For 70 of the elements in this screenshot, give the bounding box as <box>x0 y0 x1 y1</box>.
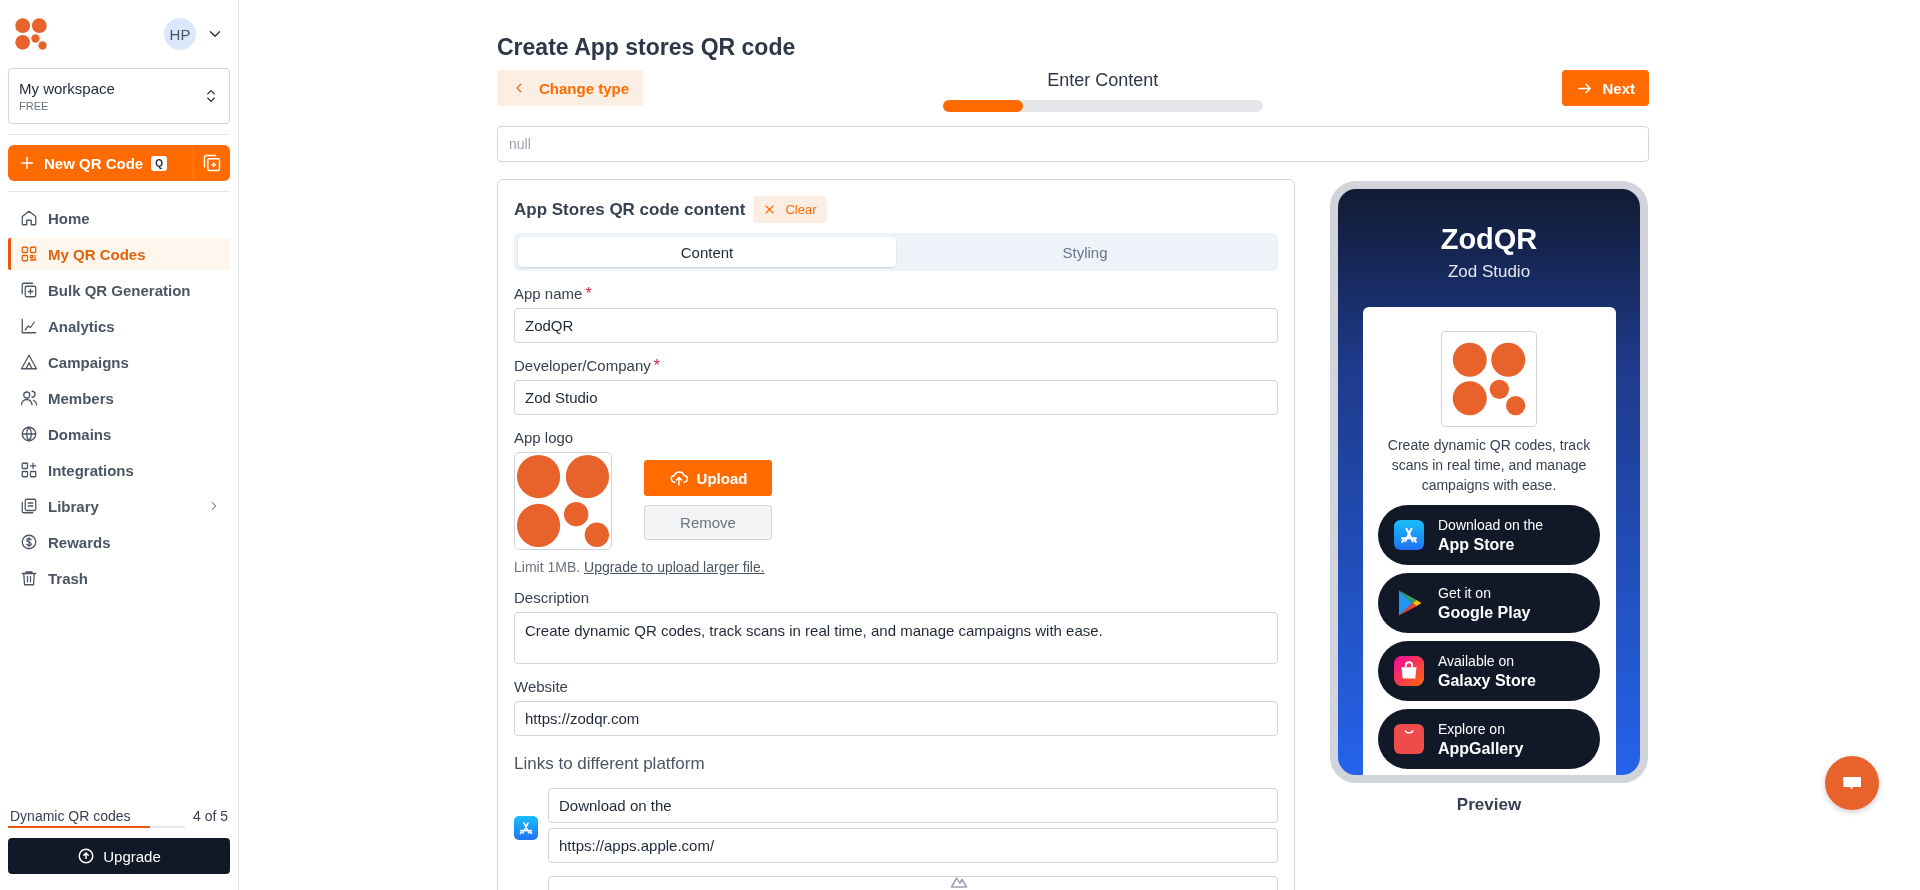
grid-plus-icon <box>20 461 38 479</box>
home-icon <box>20 209 38 227</box>
text-field[interactable]: Zod Studio <box>514 380 1278 415</box>
required-mark: * <box>585 285 592 303</box>
stack-plus-icon <box>202 153 222 173</box>
store-badge[interactable]: Get it on Google Play <box>1378 573 1600 633</box>
required-mark: * <box>653 357 660 375</box>
preview-label: Preview <box>1456 795 1522 815</box>
nav-item[interactable]: Domains <box>8 418 230 450</box>
text-field[interactable]: https://zodqr.com <box>514 701 1278 736</box>
dollar-icon <box>20 533 38 551</box>
store-badge[interactable]: Available on Galaxy Store <box>1378 641 1600 701</box>
nav-item[interactable]: Integrations <box>8 454 230 486</box>
description-field[interactable]: Create dynamic QR codes, track scans in real time, and manage campaigns with ease. <box>514 612 1278 664</box>
nav-item[interactable]: Rewards <box>8 526 230 558</box>
nav-item[interactable]: Analytics <box>8 310 230 342</box>
nav-item[interactable]: Trash <box>8 562 230 594</box>
arrow-up-circle-icon <box>77 847 96 865</box>
nav-item[interactable]: Members <box>8 382 230 414</box>
upgrade-link[interactable]: Upgrade to upload larger file. <box>584 559 765 575</box>
book-icon <box>20 497 38 515</box>
app-store-icon <box>514 816 538 840</box>
qr-icon <box>20 245 38 263</box>
remove-button[interactable]: Remove <box>644 505 772 540</box>
stack-plus-icon <box>20 281 38 299</box>
shortcut-key: Q <box>151 155 167 171</box>
logo-icon <box>15 18 47 50</box>
cloud-upload-icon <box>668 468 689 488</box>
app-description: Create dynamic QR codes, track scans in real time, and manage campaigns with ease. <box>1386 436 1592 495</box>
field-label: App logo <box>514 429 574 446</box>
page-title: Create App stores QR code <box>497 33 797 62</box>
name-field[interactable]: null <box>497 126 1649 162</box>
text-field[interactable]: ZodQR <box>514 308 1278 343</box>
app-title: ZodQR <box>1440 223 1538 256</box>
nav-item[interactable]: Home <box>8 202 230 234</box>
app-store-icon <box>1394 520 1424 550</box>
user-avatar[interactable]: HP <box>164 18 196 50</box>
tab[interactable]: Styling <box>896 237 1274 267</box>
tent-icon <box>20 353 38 371</box>
users-icon <box>20 389 38 407</box>
plan-label: FREE <box>19 100 50 112</box>
nav-item[interactable]: Bulk QR Generation <box>8 274 230 306</box>
gallery-bag-icon <box>1394 724 1424 754</box>
text-field[interactable]: Download on the <box>548 788 1278 823</box>
developer-name: Zod Studio <box>1447 262 1531 282</box>
tab[interactable]: Content <box>518 237 896 267</box>
store-badge[interactable]: Explore on AppGallery <box>1378 709 1600 769</box>
text-field[interactable]: https://apps.apple.com/ <box>548 828 1278 863</box>
limit-note: Limit 1MB. Upgrade to upload larger file. <box>514 559 766 575</box>
workspace-name: My workspace <box>19 80 115 97</box>
plus-icon <box>18 154 36 172</box>
field-label: Description <box>514 589 590 606</box>
nav-item[interactable]: Campaigns <box>8 346 230 378</box>
field-label: Website <box>514 678 568 695</box>
chat-button[interactable] <box>1825 756 1879 810</box>
trash-icon <box>20 569 38 587</box>
workspace-selector[interactable]: My workspace FREE <box>8 68 230 124</box>
field-label: App name <box>514 285 583 302</box>
usage-count: 4 of 5 <box>192 808 228 824</box>
section-title: App Stores QR code content <box>514 199 746 220</box>
step-label: Enter Content <box>1047 70 1159 91</box>
shopping-bag-icon <box>1394 656 1424 686</box>
usage-label: Dynamic QR codes <box>10 808 131 824</box>
field-label: Developer/Company <box>514 357 651 374</box>
globe-icon <box>20 425 38 443</box>
upgrade-button[interactable]: Upgrade <box>8 838 230 874</box>
nav-item[interactable]: Library <box>8 490 230 522</box>
chart-icon <box>20 317 38 335</box>
store-badge[interactable]: Download on the App Store <box>1378 505 1600 565</box>
links-heading: Links to different platform <box>514 754 706 774</box>
